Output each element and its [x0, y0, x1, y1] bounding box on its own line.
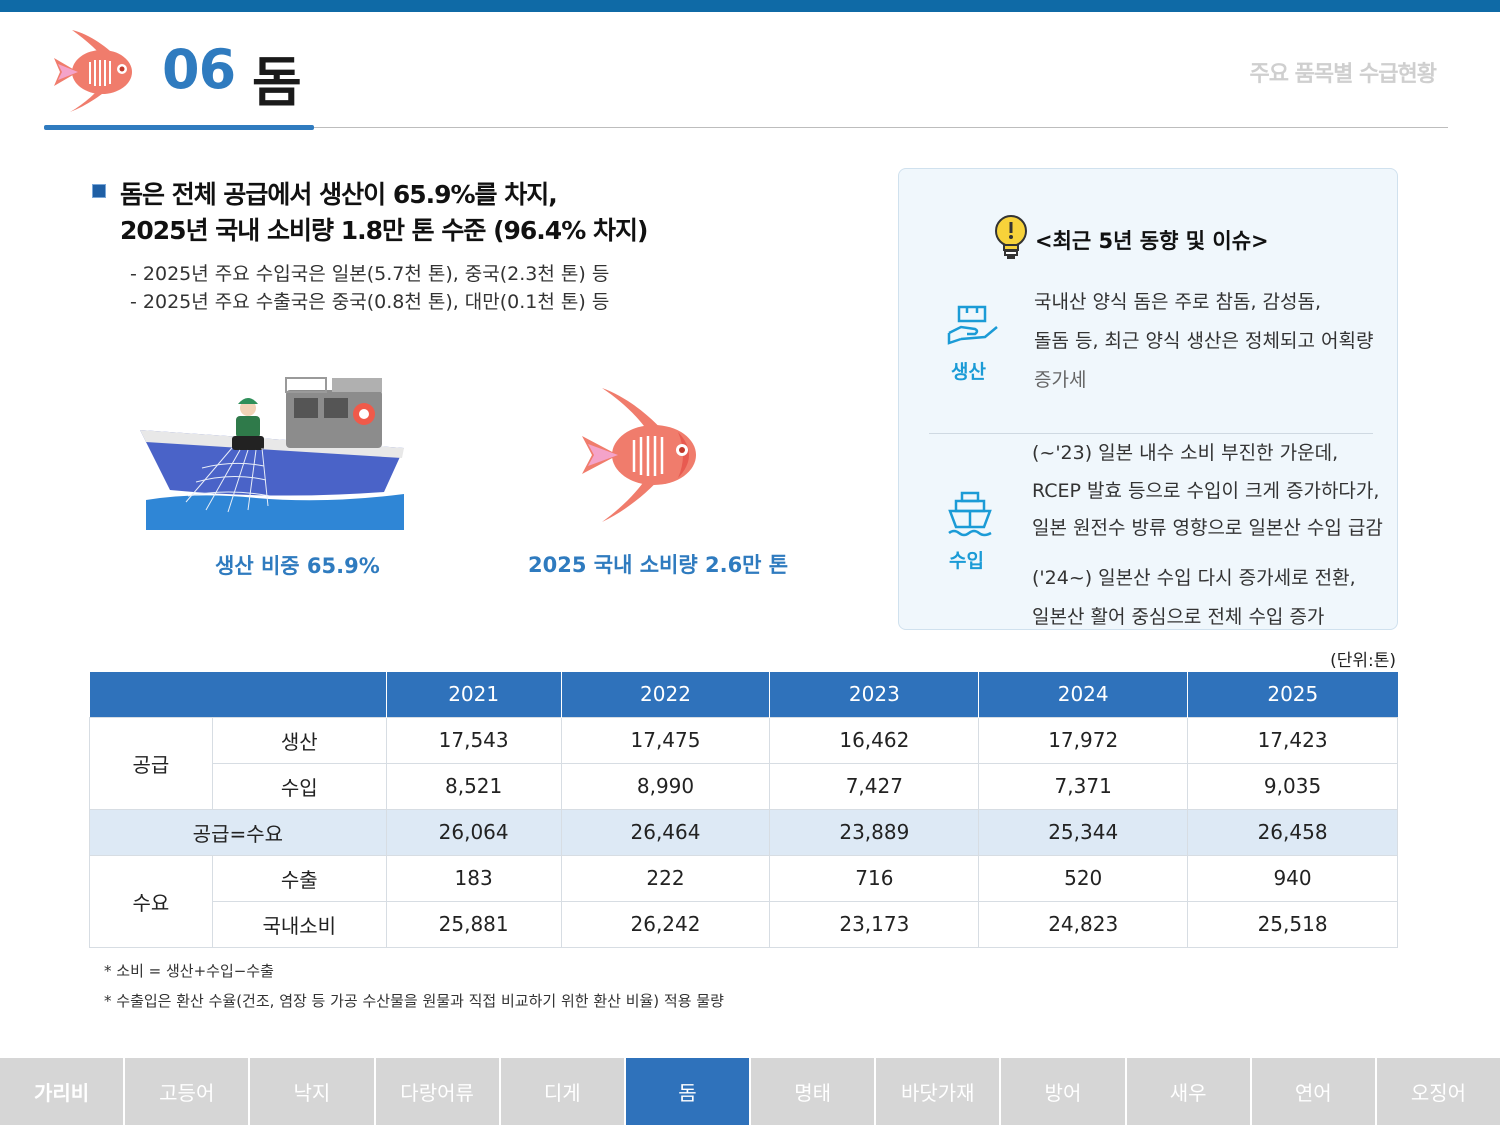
table-row: 수요 수출 183 222 716 520 940 — [89, 854, 1398, 948]
header-divider-accent — [44, 125, 314, 130]
year-header: 2021 — [386, 672, 562, 717]
nav-tab-shrimp[interactable]: 새우 — [1126, 1058, 1252, 1125]
trend-line: 돌돔 등, 최근 양식 생산은 정체되고 어획량 — [1034, 330, 1374, 352]
row-label: 국내소비 — [211, 900, 387, 948]
table-cell: 26,464 — [560, 808, 771, 856]
category-nav: 가리비 고등어 낙지 다랑어류 디게 돔 명태 바닷가재 방어 새우 연어 오징… — [0, 1058, 1500, 1125]
table-header-row: 2021 2022 2023 2024 2025 — [89, 672, 1398, 717]
trend-line: RCEP 발효 등으로 수입이 크게 증가하다가, — [1032, 479, 1380, 502]
table-cell: 25,881 — [385, 900, 562, 948]
production-share-caption: 생산 비중 65.9% — [215, 554, 380, 578]
headline-line: 2025년 국내 소비량 1.8만 톤 수준 (96.4% 차지) — [120, 216, 648, 245]
nav-tab-tuna[interactable]: 다랑어류 — [375, 1058, 501, 1125]
import-trend-text-2: ('24~) 일본산 수입 다시 증가세로 전환, 일본산 활어 중심으로 전체… — [1032, 559, 1356, 637]
table-cell: 9,035 — [1187, 762, 1398, 810]
fishing-boat-illustration — [140, 377, 404, 530]
consumption-caption: 2025 국내 소비량 2.6만 톤 — [528, 553, 789, 577]
table-row: 국내소비 25,881 26,242 23,173 24,823 25,518 — [90, 900, 1398, 948]
table-cell: 26,458 — [1187, 808, 1398, 856]
page-title: 돔 — [252, 51, 302, 114]
table-cell: 17,543 — [385, 716, 562, 764]
production-trend-text: 국내산 양식 돔은 주로 참돔, 감성돔, 돌돔 등, 최근 양식 생산은 정체… — [1034, 283, 1373, 400]
import-trend-text: (~'23) 일본 내수 소비 부진한 가운데, RCEP 발효 등으로 수입이… — [1032, 435, 1383, 548]
nav-tab-lobster[interactable]: 바닷가재 — [876, 1058, 1002, 1125]
table-cell: 17,972 — [978, 716, 1189, 764]
table-header-corner — [89, 672, 387, 717]
top-bar — [0, 0, 1500, 12]
row-label: 공급=수요 — [89, 808, 387, 856]
trend-line: ('24~) 일본산 수입 다시 증가세로 전환, — [1032, 567, 1356, 589]
production-label: 생산 — [951, 361, 986, 383]
production-hand-icon — [947, 305, 998, 345]
nav-tab-scallop[interactable]: 가리비 — [0, 1058, 126, 1125]
nav-tab-crab[interactable]: 디게 — [500, 1058, 626, 1125]
nav-tab-mackerel[interactable]: 고등어 — [125, 1058, 251, 1125]
year-header: 2025 — [1187, 672, 1398, 717]
fish-illustration — [582, 388, 696, 522]
bullet-square-icon — [92, 184, 106, 198]
trend-panel: <최근 5년 동향 및 이슈> 생산 국내산 양식 돔은 주로 참돔, 감성돔,… — [898, 168, 1398, 630]
group-label: 수요 — [89, 854, 213, 948]
table-cell: 8,990 — [560, 762, 771, 810]
table-cell: 25,344 — [978, 808, 1189, 856]
section-number: 06 — [162, 38, 236, 101]
nav-tab-pollock[interactable]: 명태 — [751, 1058, 877, 1125]
table-cell: 26,242 — [560, 900, 771, 948]
sub-point: - 2025년 주요 수출국은 중국(0.8천 톤), 대만(0.1천 톤) 등 — [130, 291, 610, 313]
lightbulb-icon — [995, 215, 1027, 259]
table-cell: 25,518 — [1187, 900, 1398, 948]
table-cell: 23,173 — [769, 900, 980, 948]
row-label: 수출 — [211, 854, 387, 902]
table-cell: 17,423 — [1187, 716, 1398, 764]
trend-line: (~'23) 일본 내수 소비 부진한 가운데, — [1032, 442, 1339, 464]
supply-demand-table: 2021 2022 2023 2024 2025 공급 생산 17,543 17… — [89, 672, 1398, 948]
row-label: 수입 — [211, 762, 387, 810]
table-cell: 23,889 — [769, 808, 980, 856]
trend-divider — [929, 433, 1373, 434]
sub-points: - 2025년 주요 수입국은 일본(5.7천 톤), 중국(2.3천 톤) 등… — [130, 260, 609, 316]
year-header: 2024 — [978, 672, 1189, 717]
table-row: 공급 생산 17,543 17,475 16,462 17,972 17,423 — [89, 716, 1398, 810]
table-cell: 7,427 — [769, 762, 980, 810]
trend-line: 일본산 활어 중심으로 전체 수입 증가 — [1032, 606, 1325, 628]
year-header: 2023 — [769, 672, 980, 717]
table-cell: 16,462 — [769, 716, 980, 764]
sub-point: - 2025년 주요 수입국은 일본(5.7천 톤), 중국(2.3천 톤) 등 — [130, 263, 610, 285]
table-cell: 222 — [560, 854, 771, 902]
nav-tab-seabream[interactable]: 돔 — [625, 1058, 752, 1125]
trend-line: 증가세 — [1034, 369, 1087, 391]
nav-tab-salmon[interactable]: 연어 — [1251, 1058, 1377, 1125]
footnotes: * 소비 = 생산+수입−수출 * 수출입은 환산 수율(건조, 염장 등 가공… — [104, 956, 724, 1016]
nav-tab-yellowtail[interactable]: 방어 — [1001, 1058, 1127, 1125]
unit-label: (단위:톤) — [1330, 651, 1396, 671]
table-cell: 520 — [978, 854, 1189, 902]
row-label: 생산 — [211, 716, 387, 764]
nav-tab-octopus[interactable]: 낙지 — [250, 1058, 376, 1125]
trend-title: <최근 5년 동향 및 이슈> — [1035, 229, 1269, 253]
nav-tab-squid[interactable]: 오징어 — [1376, 1058, 1500, 1125]
group-label: 공급 — [89, 716, 213, 810]
table-cell: 183 — [385, 854, 562, 902]
table-cell: 24,823 — [978, 900, 1189, 948]
fish-icon — [54, 30, 132, 112]
table-cell: 716 — [769, 854, 980, 902]
headline-line: 돔은 전체 공급에서 생산이 65.9%를 차지, — [120, 180, 558, 209]
table-row-total: 공급=수요 26,064 26,464 23,889 25,344 26,458 — [89, 808, 1398, 856]
import-label: 수입 — [949, 550, 984, 572]
table-cell: 940 — [1187, 854, 1398, 902]
trend-line: 일본 원전수 방류 영향으로 일본산 수입 급감 — [1032, 517, 1383, 539]
year-header: 2022 — [561, 672, 771, 717]
footnote: * 수출입은 환산 수율(건조, 염장 등 가공 수산물을 원물과 직접 비교하… — [104, 992, 724, 1010]
table-cell: 26,064 — [385, 808, 562, 856]
trend-line: 국내산 양식 돔은 주로 참돔, 감성돔, — [1034, 291, 1321, 313]
table-cell: 8,521 — [385, 762, 562, 810]
table-cell: 17,475 — [560, 716, 771, 764]
table-cell: 7,371 — [978, 762, 1189, 810]
ship-icon — [948, 491, 992, 537]
table-row: 수입 8,521 8,990 7,427 7,371 9,035 — [90, 762, 1398, 810]
footnote: * 소비 = 생산+수입−수출 — [104, 962, 274, 980]
section-label: 주요 품목별 수급현황 — [1249, 62, 1437, 87]
headline: 돔은 전체 공급에서 생산이 65.9%를 차지, 2025년 국내 소비량 1… — [120, 177, 648, 249]
